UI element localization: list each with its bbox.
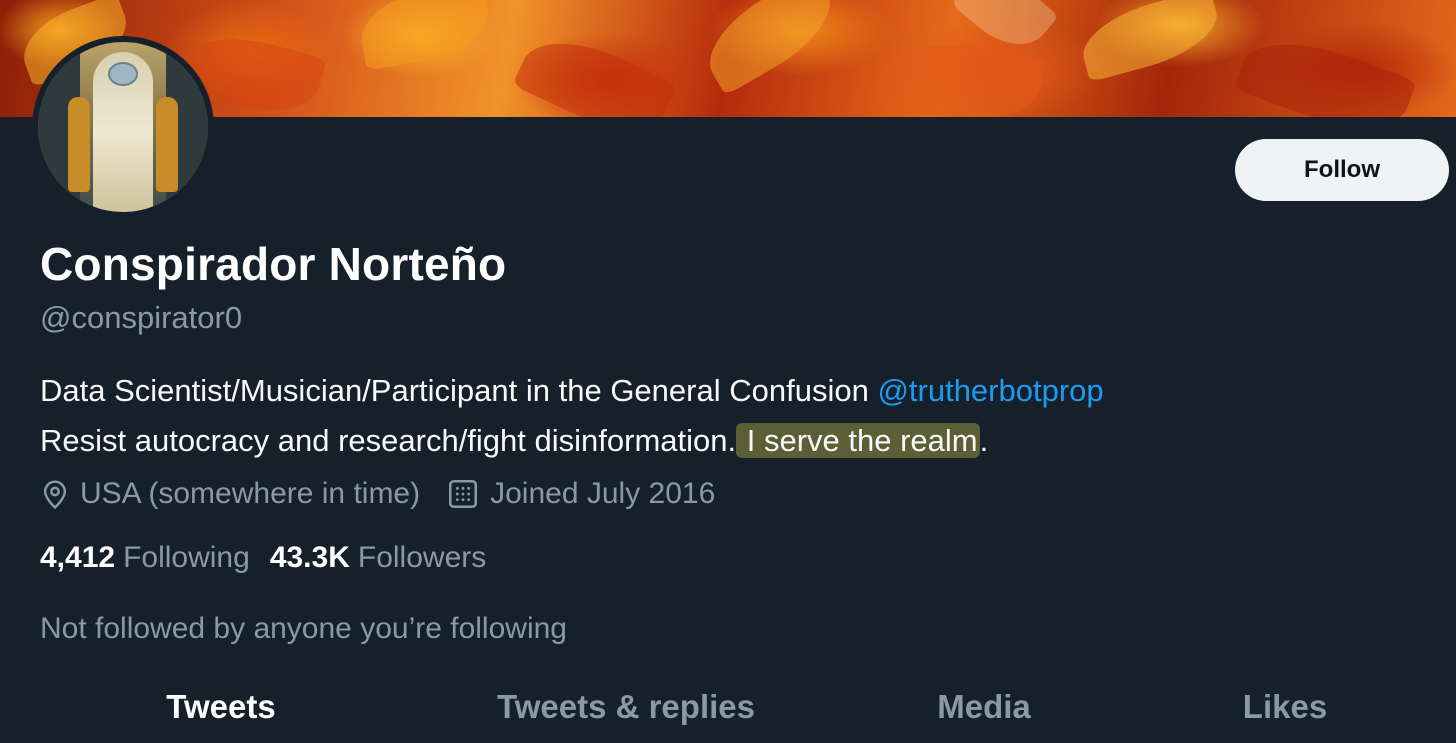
tab-media[interactable]: Media (937, 688, 1031, 726)
profile-bio: Data Scientist/Musician/Participant in t… (40, 366, 1104, 466)
profile-avatar[interactable] (32, 36, 214, 218)
avatar-image (38, 42, 208, 212)
bio-line-1: Data Scientist/Musician/Participant in t… (40, 366, 1104, 416)
profile-meta: USA (somewhere in time) Joined July 2016 (40, 477, 741, 511)
followers-label: Followers (357, 541, 487, 574)
tab-tweets[interactable]: Tweets (166, 688, 275, 726)
profile-page: Follow Conspirador Norteño @conspirator0… (0, 0, 1456, 743)
follow-button[interactable]: Follow (1235, 139, 1449, 201)
followers-count: 43.3K (269, 541, 350, 574)
joined-item: Joined July 2016 (446, 477, 715, 511)
follow-counts: 4,412 Following 43.3K Followers (40, 541, 506, 575)
location-text: USA (somewhere in time) (80, 477, 421, 510)
tab-likes[interactable]: Likes (1243, 688, 1327, 726)
display-name: Conspirador Norteño (40, 238, 507, 290)
profile-banner-image[interactable] (0, 0, 1456, 117)
followers-link[interactable]: 43.3K Followers (270, 541, 486, 575)
following-count: 4,412 (40, 541, 116, 574)
bio-text: Resist autocracy and research/fight disi… (40, 423, 737, 458)
tab-tweets-replies[interactable]: Tweets & replies (497, 688, 755, 726)
calendar-icon (449, 479, 478, 509)
bio-text: Data Scientist/Musician/Participant in t… (40, 373, 878, 408)
user-handle: @conspirator0 (40, 300, 243, 335)
followed-by-note: Not followed by anyone you’re following (40, 612, 567, 645)
following-label: Following (123, 541, 250, 574)
bio-mention-link[interactable]: @trutherbotprop (877, 373, 1103, 408)
profile-tabs: Tweets Tweets & replies Media Likes (0, 680, 1456, 743)
following-link[interactable]: 4,412 Following (40, 541, 250, 575)
bio-highlighted-text: I serve the realm (736, 423, 980, 458)
joined-text: Joined July 2016 (490, 477, 716, 510)
bio-line-2: Resist autocracy and research/fight disi… (40, 416, 1104, 466)
location-pin-icon (43, 480, 67, 510)
bio-text: . (979, 423, 989, 458)
location-item: USA (somewhere in time) (40, 477, 420, 511)
